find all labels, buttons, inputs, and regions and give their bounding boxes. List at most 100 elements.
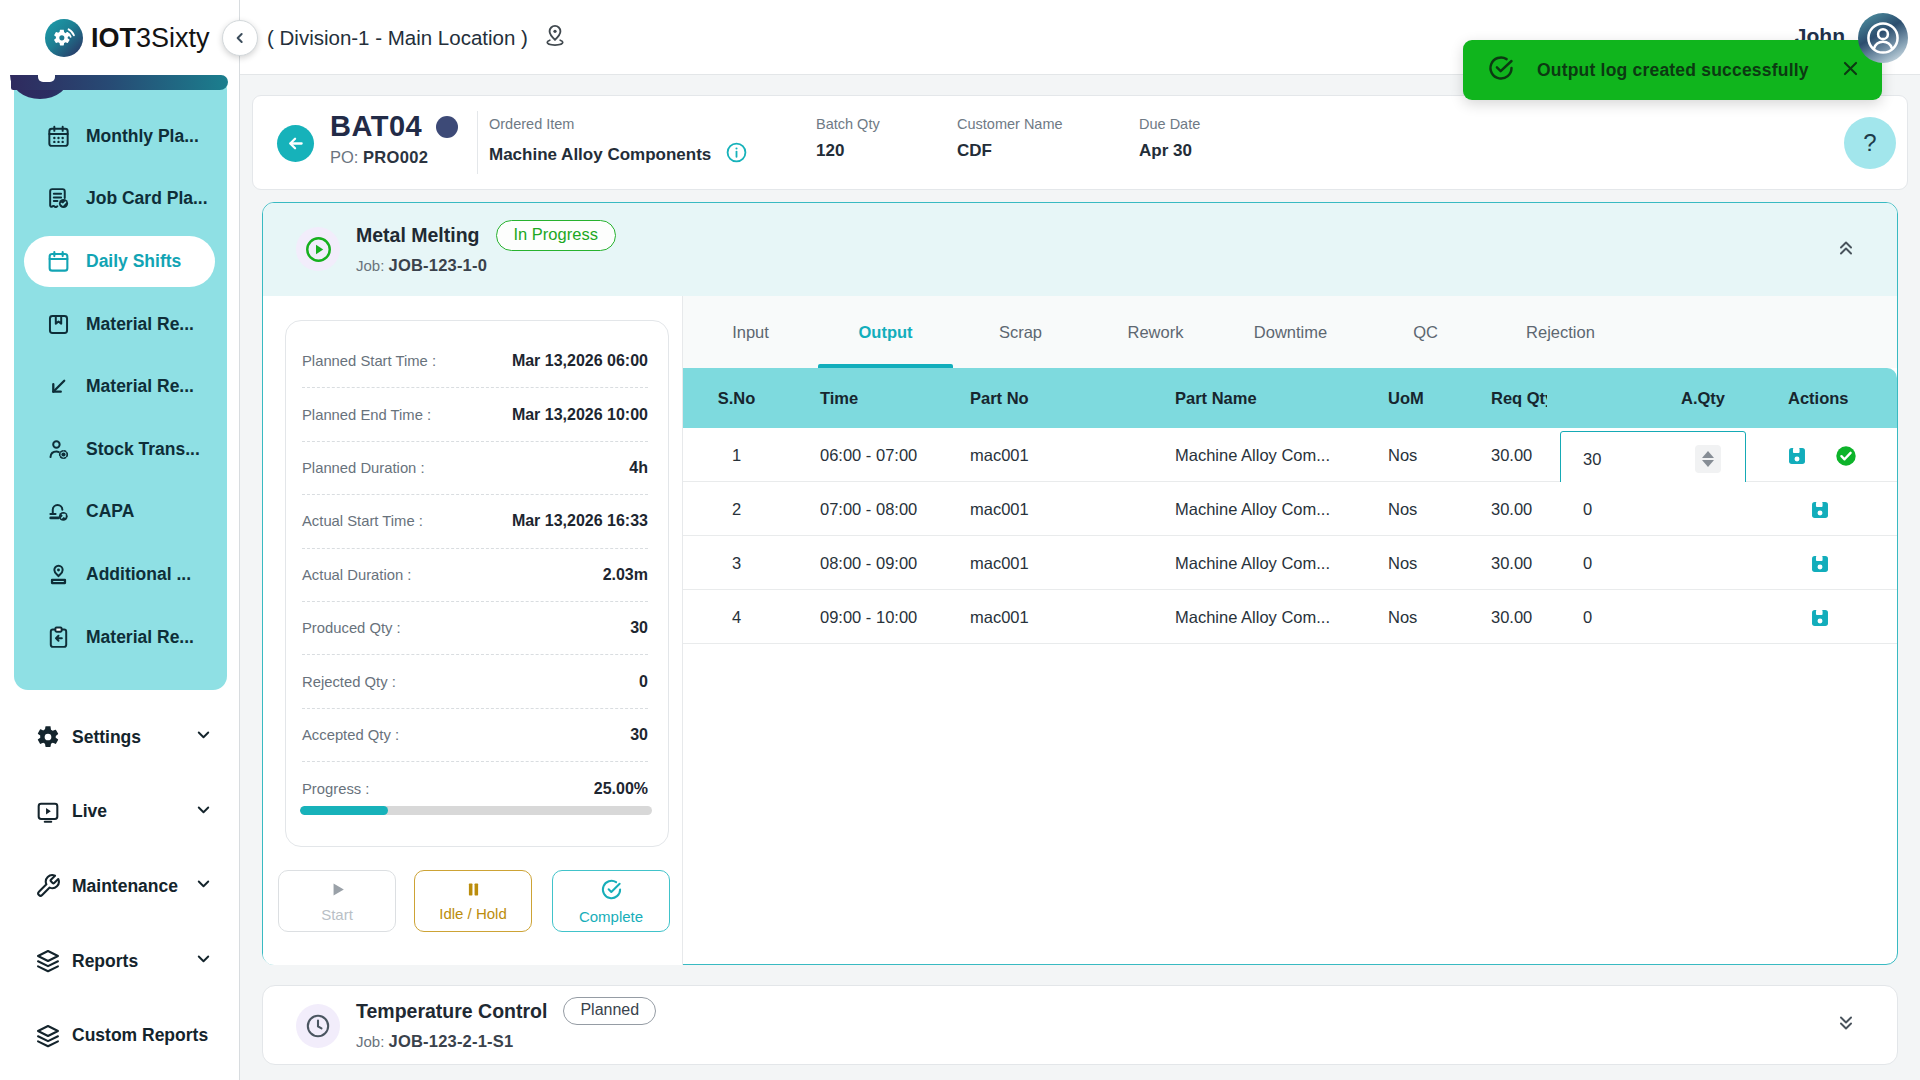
batch-header-card: BAT04 PO: PRO002 Ordered Item Machine Al… bbox=[252, 95, 1908, 190]
clipboard-arrow-icon bbox=[45, 624, 71, 650]
brand-name: IOT3Sixty bbox=[91, 23, 210, 54]
operation-card: Metal Melting In Progress Job: JOB-123-1… bbox=[262, 202, 1898, 965]
calendar-icon bbox=[45, 123, 71, 149]
sidebar-item-label: Live bbox=[72, 801, 107, 822]
collapse-section-icon[interactable] bbox=[1835, 237, 1857, 263]
progress-fill bbox=[300, 806, 388, 815]
sidebar-item-label: Additional ... bbox=[86, 564, 191, 585]
sidebar-item-additional[interactable]: Additional ... bbox=[14, 543, 227, 606]
wrench-icon bbox=[35, 873, 61, 899]
batch-status-dot bbox=[436, 116, 458, 138]
detail-row: Planned End Time : Mar 13,2026 10:00 bbox=[302, 388, 648, 441]
user-avatar[interactable] bbox=[1858, 13, 1908, 63]
sidebar-item-label: Material Re... bbox=[86, 627, 194, 648]
col-header-sno: S.No bbox=[683, 368, 790, 428]
tab-rework[interactable]: Rework bbox=[1088, 296, 1223, 368]
sidebar-item-label: Custom Reports bbox=[72, 1025, 208, 1046]
brand-logo: IOT3Sixty bbox=[45, 19, 210, 57]
sidebar-item-label: Settings bbox=[72, 727, 141, 748]
due-date-label: Due Date bbox=[1139, 116, 1200, 132]
sidebar-item-capa[interactable]: CAPA bbox=[14, 481, 227, 544]
sidebar-item-label: Reports bbox=[72, 951, 138, 972]
tab-scrap[interactable]: Scrap bbox=[953, 296, 1088, 368]
tab-rejection[interactable]: Rejection bbox=[1493, 296, 1628, 368]
progress-bar bbox=[300, 806, 652, 815]
col-header-req-qty: Req Qty bbox=[1491, 368, 1547, 428]
sidebar-item-custom-reports[interactable]: Custom Reports bbox=[0, 998, 239, 1073]
save-icon[interactable] bbox=[1809, 553, 1831, 575]
divider bbox=[477, 111, 478, 174]
approve-check-icon[interactable] bbox=[1835, 445, 1857, 467]
start-button[interactable]: Start bbox=[278, 870, 396, 932]
detail-row: Rejected Qty : 0 bbox=[302, 655, 648, 708]
idle-hold-button[interactable]: Idle / Hold bbox=[414, 870, 532, 932]
sidebar-item-label: Material Re... bbox=[86, 314, 194, 335]
sidebar-item-material-return[interactable]: Material Re... bbox=[14, 355, 227, 418]
tab-downtime[interactable]: Downtime bbox=[1223, 296, 1358, 368]
save-icon[interactable] bbox=[1809, 499, 1831, 521]
sidebar-item-reports[interactable]: Reports bbox=[0, 924, 239, 999]
sidebar-item-label: Stock Trans... bbox=[86, 439, 200, 460]
toast-close-icon[interactable] bbox=[1841, 59, 1860, 82]
sidebar-item-settings[interactable]: Settings bbox=[0, 700, 239, 775]
tab-input[interactable]: Input bbox=[683, 296, 818, 368]
tab-output[interactable]: Output bbox=[818, 296, 953, 368]
play-circle-icon bbox=[296, 227, 340, 271]
tab-qc[interactable]: QC bbox=[1358, 296, 1493, 368]
gear-icon bbox=[35, 724, 61, 750]
toast-message: Output log created successfully bbox=[1537, 60, 1819, 81]
next-operation-name: Temperature Control bbox=[356, 1000, 547, 1023]
col-header-uom: UoM bbox=[1388, 368, 1424, 428]
progress-value: 25.00% bbox=[594, 780, 648, 798]
sidebar-item-material-receipt[interactable]: Material Re... bbox=[14, 606, 227, 669]
location-pin-icon[interactable] bbox=[542, 22, 568, 53]
batch-code: BAT04 bbox=[330, 110, 458, 143]
col-header-part-name: Part Name bbox=[1175, 368, 1257, 428]
save-icon[interactable] bbox=[1786, 445, 1808, 467]
brand-gear-icon bbox=[45, 19, 83, 57]
detail-row: Actual Start Time : Mar 13,2026 16:33 bbox=[302, 495, 648, 548]
menu-decor-notch bbox=[38, 75, 55, 82]
planned-badge: Planned bbox=[563, 997, 656, 1025]
operation-job: Job: JOB-123-1-0 bbox=[356, 256, 487, 275]
material-box-icon bbox=[45, 311, 71, 337]
sidebar-item-label: Material Re... bbox=[86, 376, 194, 397]
app-window: IOT3Sixty Monthly Pla... bbox=[0, 0, 1920, 1080]
details-card: Planned Start Time : Mar 13,2026 06:00 P… bbox=[285, 320, 669, 847]
arrow-down-left-icon bbox=[45, 374, 71, 400]
sidebar-item-job-card-plan[interactable]: Job Card Pla... bbox=[14, 168, 227, 231]
sidebar-item-label: Monthly Pla... bbox=[86, 126, 199, 147]
job-card-icon bbox=[45, 186, 71, 212]
sidebar-item-live[interactable]: Live bbox=[0, 775, 239, 850]
sidebar-item-stock-transfer[interactable]: Stock Trans... bbox=[14, 418, 227, 481]
sidebar-item-monthly-plan[interactable]: Monthly Pla... bbox=[14, 105, 227, 168]
complete-button[interactable]: Complete bbox=[552, 870, 670, 932]
sidebar-item-material-request[interactable]: Material Re... bbox=[14, 293, 227, 356]
sidebar-item-daily-shifts[interactable]: Daily Shifts bbox=[14, 230, 227, 293]
toast-notification: Output log created successfully bbox=[1463, 40, 1882, 100]
table-row: 2 07:00 - 08:00 mac001 Machine Alloy Com… bbox=[683, 482, 1897, 536]
chevron-down-icon bbox=[194, 874, 213, 898]
due-date-value: Apr 30 bbox=[1139, 141, 1200, 161]
help-button[interactable]: ? bbox=[1844, 117, 1896, 169]
table-header: S.No Time Part No Part Name UoM Req Qty … bbox=[683, 368, 1897, 428]
chevron-down-icon bbox=[194, 949, 213, 973]
col-header-time: Time bbox=[820, 368, 858, 428]
info-icon[interactable] bbox=[725, 141, 748, 169]
chevron-down-icon bbox=[194, 800, 213, 824]
save-icon[interactable] bbox=[1809, 607, 1831, 629]
main-area: ( Division-1 - Main Location ) John bbox=[240, 0, 1920, 1080]
sidebar-item-maintenance[interactable]: Maintenance bbox=[0, 849, 239, 924]
operation-header: Metal Melting In Progress Job: JOB-123-1… bbox=[263, 203, 1897, 296]
customer-label: Customer Name bbox=[957, 116, 1063, 132]
col-header-a-qty: A.Qty bbox=[1681, 368, 1725, 428]
sidebar-collapse-button[interactable] bbox=[222, 20, 258, 56]
stepper-arrows-icon[interactable] bbox=[1695, 445, 1721, 473]
ordered-item-field: Ordered Item Machine Alloy Components bbox=[489, 116, 748, 169]
expand-section-icon[interactable] bbox=[1835, 1012, 1857, 1038]
back-button[interactable] bbox=[277, 125, 314, 162]
due-date-field: Due Date Apr 30 bbox=[1139, 116, 1200, 161]
detail-row: Accepted Qty : 30 bbox=[302, 709, 648, 762]
table-row: 3 08:00 - 09:00 mac001 Machine Alloy Com… bbox=[683, 536, 1897, 590]
next-operation-card: Temperature Control Planned Job: JOB-123… bbox=[262, 985, 1898, 1065]
